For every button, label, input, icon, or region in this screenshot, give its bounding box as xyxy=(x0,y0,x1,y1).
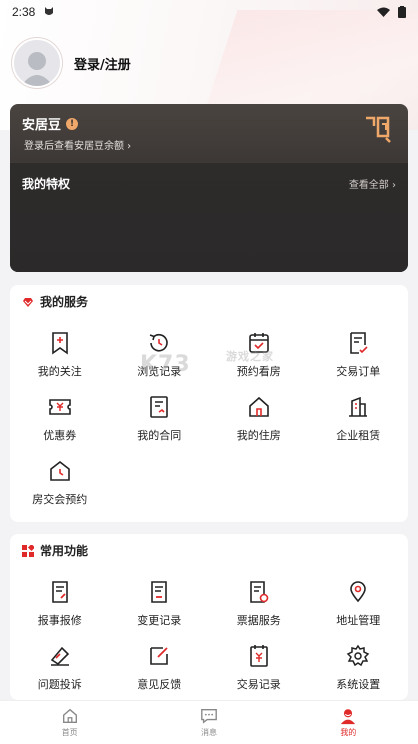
function-label: 报事报修 xyxy=(37,614,82,627)
services-panel: 我的服务 我的关注 浏览记录 预约看房 交易订单 优惠券 我的合同 我的住房 企… xyxy=(10,285,408,522)
info-icon[interactable]: ! xyxy=(66,117,79,130)
message-icon xyxy=(201,709,217,724)
service-label: 房交会预约 xyxy=(32,493,88,506)
function-label: 交易记录 xyxy=(236,678,281,691)
bean-title-text: 安居豆 xyxy=(22,118,62,133)
service-label: 优惠券 xyxy=(43,429,77,442)
avatar[interactable] xyxy=(12,38,62,88)
service-label: 预约看房 xyxy=(236,365,281,378)
function-item[interactable]: 交易记录 xyxy=(209,640,309,704)
bean-logo-icon xyxy=(364,114,394,148)
tab-messages[interactable]: 消息 xyxy=(139,701,278,744)
service-label: 我的住房 xyxy=(236,429,281,442)
tab-mine[interactable]: 我的 xyxy=(279,701,418,744)
location-icon xyxy=(350,581,367,603)
function-item[interactable]: 地址管理 xyxy=(309,576,409,640)
function-label: 系统设置 xyxy=(336,678,381,691)
service-item[interactable]: 我的关注 xyxy=(10,327,110,391)
tab-messages-label: 消息 xyxy=(200,728,217,737)
bean-card: 安居豆 ! 登录后查看安居豆余额 › 我的特权 查看全部 › xyxy=(10,104,408,272)
feedback-icon xyxy=(150,647,169,665)
coupon-icon xyxy=(48,399,71,415)
function-label: 变更记录 xyxy=(137,614,182,627)
function-item[interactable]: 系统设置 xyxy=(309,640,409,704)
function-item[interactable]: 票据服务 xyxy=(209,576,309,640)
bottom-tabbar: 首页 消息 我的 xyxy=(0,700,418,744)
services-header: 我的服务 xyxy=(22,293,88,310)
privileges-section: 我的特权 查看全部 › xyxy=(10,162,408,272)
profile-header[interactable]: 登录/注册 xyxy=(12,38,131,88)
bookmark-add-icon xyxy=(51,332,68,355)
service-label: 我的关注 xyxy=(37,365,82,378)
function-label: 票据服务 xyxy=(236,614,281,627)
function-label: 问题投诉 xyxy=(37,678,82,691)
service-item[interactable]: 企业租赁 xyxy=(309,391,409,455)
function-item[interactable]: 问题投诉 xyxy=(10,640,110,704)
invoice-icon xyxy=(249,581,269,603)
bean-title: 安居豆 ! xyxy=(22,114,79,133)
services-grid: 我的关注 浏览记录 预约看房 交易订单 优惠券 我的合同 我的住房 企业租赁 房… xyxy=(10,327,408,519)
wifi-icon xyxy=(377,7,390,17)
function-label: 意见反馈 xyxy=(137,678,182,691)
function-item[interactable]: 意见反馈 xyxy=(110,640,210,704)
status-time: 2:38 xyxy=(12,5,36,19)
settings-icon xyxy=(346,644,370,667)
functions-grid: 报事报修 变更记录 票据服务 地址管理 问题投诉 意见反馈 交易记录 系统设置 xyxy=(10,576,408,704)
service-item[interactable]: 房交会预约 xyxy=(10,455,110,519)
building-icon xyxy=(349,396,368,417)
contract-icon xyxy=(150,396,169,418)
service-label: 浏览记录 xyxy=(137,365,182,378)
calendar-check-icon xyxy=(248,333,269,353)
grid-apps-icon xyxy=(22,544,34,557)
heart-diamond-icon xyxy=(23,297,33,307)
notification-icon xyxy=(43,5,55,20)
tab-home-label: 首页 xyxy=(61,728,78,737)
service-item[interactable]: 我的合同 xyxy=(110,391,210,455)
service-item[interactable]: 我的住房 xyxy=(209,391,309,455)
clock-house-icon xyxy=(49,460,70,481)
transaction-icon xyxy=(249,645,268,667)
functions-title: 常用功能 xyxy=(40,544,89,558)
complaint-icon xyxy=(50,646,69,666)
status-bar: 2:38 xyxy=(0,0,418,24)
tab-mine-label: 我的 xyxy=(340,728,357,737)
function-label: 地址管理 xyxy=(336,614,381,627)
bean-balance-link[interactable]: 登录后查看安居豆余额 › xyxy=(24,137,131,152)
functions-panel: 常用功能 报事报修 变更记录 票据服务 地址管理 问题投诉 意见反馈 交易记录 … xyxy=(10,534,408,700)
change-record-icon xyxy=(151,581,168,603)
service-label: 交易订单 xyxy=(336,365,381,378)
service-item[interactable]: 预约看房 xyxy=(209,327,309,391)
repair-report-icon xyxy=(51,581,68,603)
service-item[interactable]: 优惠券 xyxy=(10,391,110,455)
function-item[interactable]: 变更记录 xyxy=(110,576,210,640)
service-item[interactable]: 交易订单 xyxy=(309,327,409,391)
house-icon xyxy=(248,396,269,417)
home-icon xyxy=(62,708,77,723)
services-title: 我的服务 xyxy=(40,295,89,309)
function-item[interactable]: 报事报修 xyxy=(10,576,110,640)
service-item[interactable]: 浏览记录 xyxy=(110,327,210,391)
privileges-title: 我的特权 xyxy=(22,177,71,191)
functions-header: 常用功能 xyxy=(22,542,88,559)
order-icon xyxy=(350,332,368,354)
battery-icon xyxy=(398,6,406,18)
login-register-link[interactable]: 登录/注册 xyxy=(74,54,131,73)
view-all-link[interactable]: 查看全部 › xyxy=(349,176,396,191)
service-label: 我的合同 xyxy=(137,429,182,442)
history-icon xyxy=(149,333,169,352)
profile-icon xyxy=(341,709,356,725)
service-label: 企业租赁 xyxy=(336,429,381,442)
tab-home[interactable]: 首页 xyxy=(0,701,139,744)
